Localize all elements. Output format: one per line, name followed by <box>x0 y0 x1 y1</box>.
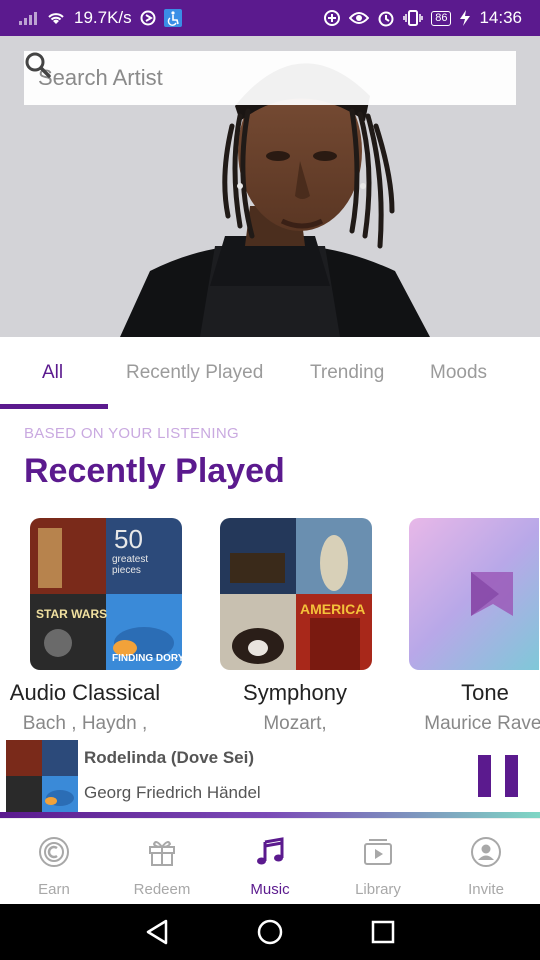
data-saver-icon <box>323 9 341 27</box>
bottom-navigation: Earn Redeem Music Library Invite <box>0 818 540 904</box>
status-right: 86 14:36 <box>323 8 522 28</box>
tab-moods[interactable]: Moods <box>430 362 487 384</box>
art-text-pieces: pieces <box>112 565 141 576</box>
card-artist: Mozart, <box>263 713 327 734</box>
battery-indicator: 86 <box>431 10 452 26</box>
now-playing-art[interactable] <box>6 740 78 812</box>
section-subtitle: BASED ON YOUR LISTENING <box>24 425 240 442</box>
card-artist: Maurice Ravel <box>424 713 540 734</box>
card-title: Tone <box>461 680 509 705</box>
playlist-card-tone[interactable]: Tone Maurice Ravel <box>390 518 540 748</box>
home-icon[interactable] <box>250 912 290 952</box>
nav-redeem[interactable]: Redeem <box>108 819 216 904</box>
section-title: Recently Played <box>24 452 285 490</box>
pause-button[interactable] <box>478 755 518 797</box>
system-navigation-bar <box>0 904 540 960</box>
alarm-icon <box>377 9 395 27</box>
network-speed: 19.7K/s <box>74 8 132 27</box>
now-playing-title: Rodelinda (Dove Sei) <box>84 748 255 767</box>
art-text-50: 50 <box>114 524 143 554</box>
pause-icon <box>478 755 491 797</box>
nav-library[interactable]: Library <box>324 819 432 904</box>
album-art-collage[interactable]: 50 greatest pieces STAR WARS FINDING DOR… <box>30 518 182 670</box>
gift-icon <box>145 835 179 869</box>
card-artist: Bach , Haydn , <box>22 713 148 734</box>
back-icon[interactable] <box>137 912 177 952</box>
pause-icon <box>505 755 518 797</box>
search-bar[interactable] <box>24 51 516 105</box>
status-bar: 19.7K/s 86 14:36 <box>0 0 540 36</box>
nav-label-invite: Invite <box>468 881 504 898</box>
nav-invite[interactable]: Invite <box>432 819 540 904</box>
album-art-gradient[interactable] <box>409 518 539 670</box>
card-title: Symphony <box>243 680 347 705</box>
album-art-collage[interactable]: AMERICA <box>220 518 372 670</box>
recents-icon[interactable] <box>363 912 403 952</box>
nav-earn[interactable]: Earn <box>0 819 108 904</box>
category-tabs: All Recently Played Trending Moods <box>0 337 540 409</box>
nav-label-earn: Earn <box>38 881 70 898</box>
now-playing-bar[interactable]: Rodelinda (Dove Sei) Georg Friedrich Hän… <box>0 738 540 816</box>
music-note-icon <box>253 835 287 869</box>
search-input[interactable] <box>38 65 472 91</box>
now-playing-artist: Georg Friedrich Händel <box>84 783 261 802</box>
battery-level: 86 <box>435 12 448 24</box>
nav-label-music: Music <box>250 881 290 898</box>
clock: 14:36 <box>479 8 522 27</box>
accessibility-icon <box>163 9 182 27</box>
invite-user-icon <box>469 835 503 869</box>
tab-trending[interactable]: Trending <box>310 362 384 384</box>
charging-icon <box>459 10 471 26</box>
tab-all[interactable]: All <box>42 362 63 384</box>
status-left: 19.7K/s <box>18 8 182 28</box>
card-title: Audio Classical <box>9 680 161 705</box>
active-tab-indicator <box>0 404 108 409</box>
vibrate-icon <box>403 10 423 26</box>
tab-recently-played[interactable]: Recently Played <box>126 362 263 384</box>
earn-coin-icon <box>37 835 71 869</box>
nav-label-library: Library <box>355 881 401 898</box>
nav-label-redeem: Redeem <box>133 881 191 898</box>
art-text-star-wars: STAR WARS <box>36 607 107 621</box>
signal-icon <box>18 10 38 26</box>
library-play-icon <box>361 835 395 869</box>
wifi-icon <box>46 10 66 26</box>
nav-music[interactable]: Music <box>216 819 324 904</box>
art-text-america: AMERICA <box>300 601 365 617</box>
art-text-finding-dory: FINDING DORY <box>112 653 182 664</box>
art-text-greatest: greatest <box>112 554 148 565</box>
eye-icon <box>349 11 370 25</box>
search-icon[interactable] <box>25 52 502 93</box>
app-notification-icon <box>140 10 156 26</box>
artist-hero-image <box>0 36 540 337</box>
